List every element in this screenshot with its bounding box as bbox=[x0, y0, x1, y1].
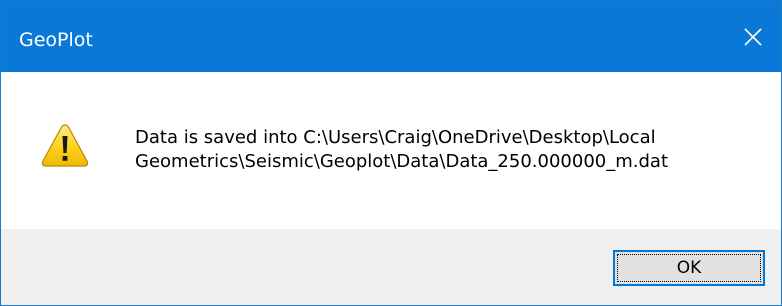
dialog-body: Data is saved into C:\Users\Craig\OneDri… bbox=[1, 72, 781, 229]
window-title: GeoPlot bbox=[19, 29, 93, 51]
message-dialog: GeoPlot Data is saved into C:\Users\Crai… bbox=[0, 0, 782, 306]
title-bar[interactable]: GeoPlot bbox=[1, 1, 781, 72]
message-line-1: Data is saved into C:\Users\Craig\OneDri… bbox=[135, 127, 656, 148]
message-line-2: Geometrics\Seismic\Geoplot\Data\Data_250… bbox=[135, 151, 668, 172]
ok-button[interactable]: OK bbox=[613, 250, 765, 286]
dialog-footer: OK bbox=[1, 229, 781, 305]
close-button[interactable] bbox=[725, 1, 781, 72]
warning-icon bbox=[41, 124, 89, 167]
close-icon bbox=[744, 27, 762, 46]
message-text: Data is saved into C:\Users\Craig\OneDri… bbox=[135, 126, 668, 174]
